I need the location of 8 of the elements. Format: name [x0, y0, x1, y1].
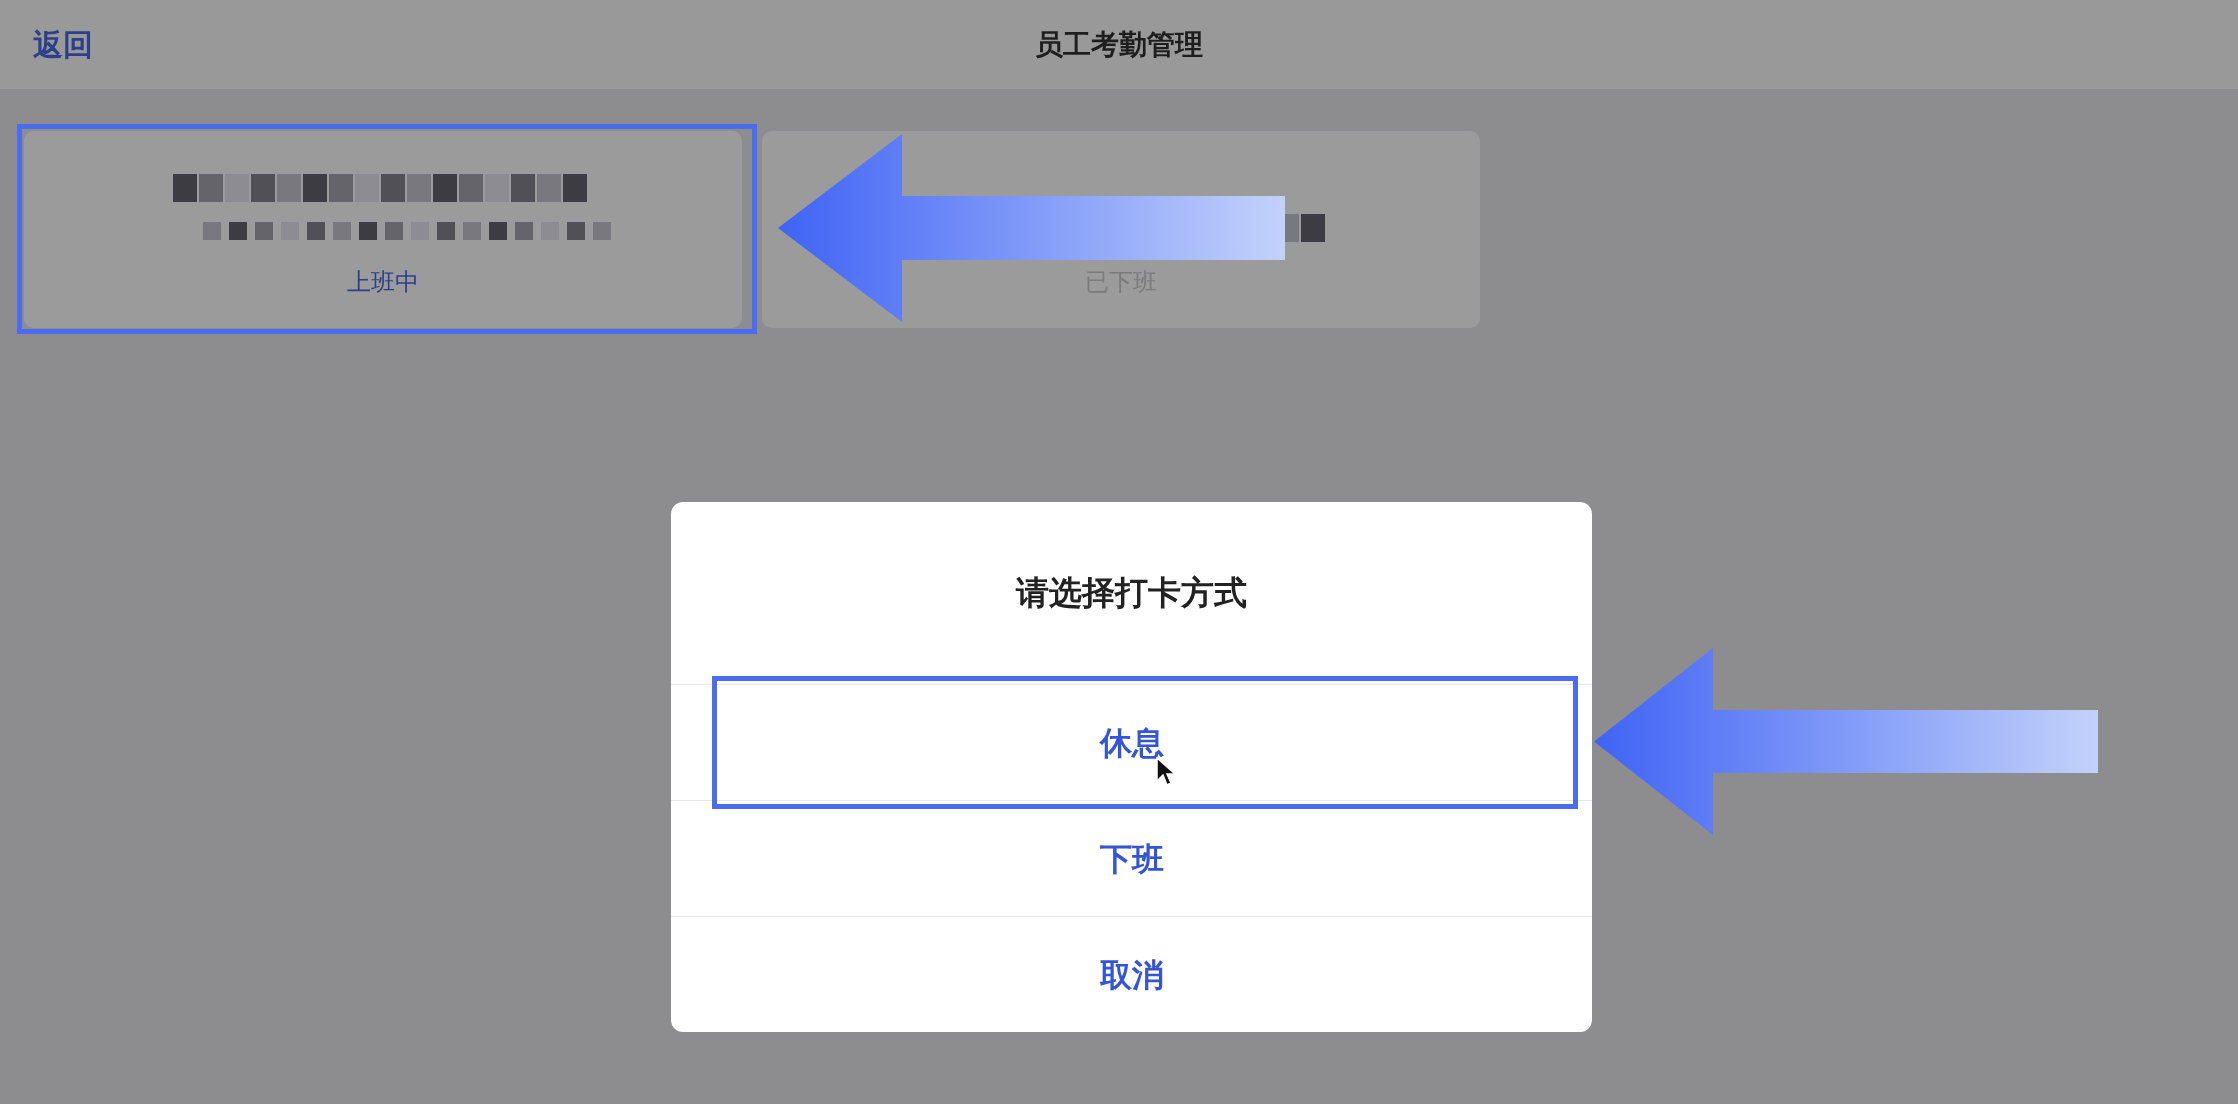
page-title: 员工考勤管理 [1035, 27, 1203, 62]
option-button[interactable]: 取消 [671, 916, 1592, 1032]
option-button[interactable]: 下班 [671, 800, 1592, 916]
dialog-title: 请选择打卡方式 [1016, 573, 1247, 614]
employee-card[interactable]: 上班中 [24, 131, 742, 328]
back-button[interactable]: 返回 [33, 22, 93, 67]
status-label: 上班中 [347, 267, 419, 297]
option-button[interactable]: 休息 [671, 684, 1592, 800]
